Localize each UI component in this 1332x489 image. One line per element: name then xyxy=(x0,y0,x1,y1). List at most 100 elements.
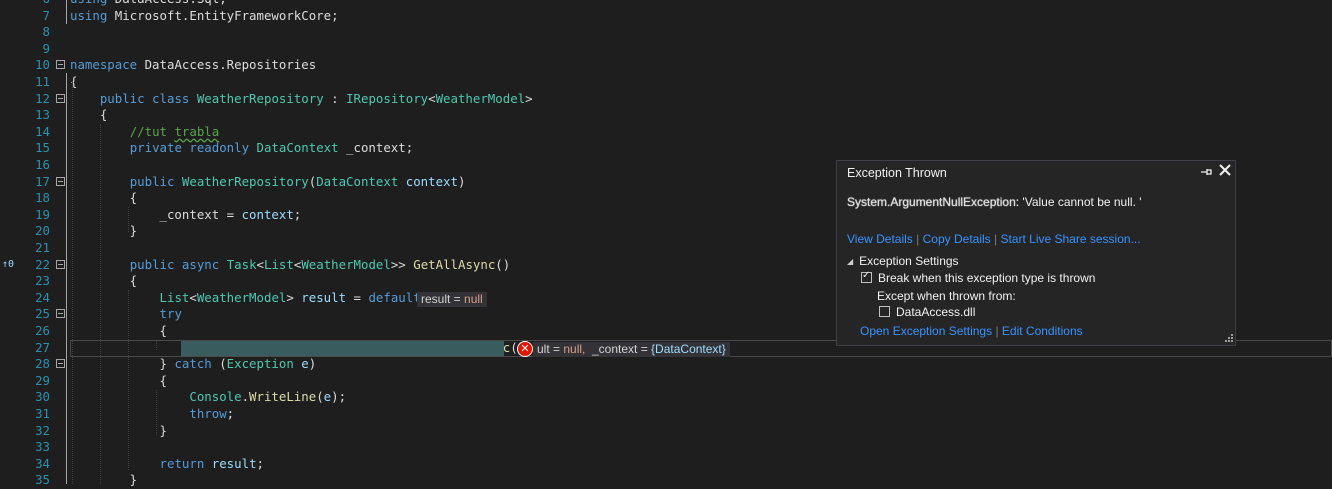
code-line[interactable]: 14 //tut trabla xyxy=(0,124,1332,141)
live-share-link[interactable]: Start Live Share session... xyxy=(1000,232,1140,246)
copy-details-link[interactable]: Copy Details xyxy=(923,232,991,246)
collapse-icon[interactable] xyxy=(56,93,65,103)
line-number: 11 xyxy=(35,74,50,89)
line-number: 24 xyxy=(35,289,50,305)
line-number: 9 xyxy=(42,40,50,56)
line-number: 26 xyxy=(35,323,50,338)
line-number: 16 xyxy=(35,157,50,172)
datatip-name: _context = xyxy=(592,342,652,356)
line-number: 20 xyxy=(35,223,50,239)
code-line[interactable]: 31 throw; xyxy=(0,406,1332,423)
line-number: 34 xyxy=(35,455,50,471)
except-when-label: Except when thrown from: xyxy=(877,289,1016,303)
exception-settings-label: Exception Settings xyxy=(859,254,959,268)
code-line[interactable]: 29 { xyxy=(0,373,1332,390)
collapse-icon[interactable] xyxy=(56,359,65,369)
line-number: 30 xyxy=(35,389,50,405)
code-line[interactable]: 33 xyxy=(0,439,1332,456)
code-text: List<WeatherModel> result = default; xyxy=(159,289,429,305)
datatip-result-line24[interactable]: result = null xyxy=(417,292,487,307)
current-statement-highlight xyxy=(181,341,504,356)
line-number: 23 xyxy=(35,273,50,289)
code-line[interactable]: 35 } xyxy=(0,472,1332,489)
code-text: using DataAccess.Sql; xyxy=(70,0,227,8)
collapse-icon[interactable] xyxy=(56,176,65,186)
indent-guide xyxy=(72,82,74,484)
references-indicator[interactable]: ↑0 xyxy=(2,257,14,273)
link-separator: | xyxy=(916,232,920,246)
dataaccess-dll-checkbox[interactable] xyxy=(879,306,890,317)
collapse-icon[interactable] xyxy=(56,309,65,319)
link-separator: | xyxy=(995,324,999,338)
code-line[interactable]: 30 Console.WriteLine(e); xyxy=(0,389,1332,406)
exception-settings-header[interactable]: ◢ Exception Settings xyxy=(847,254,959,268)
code-line[interactable]: 15 private readonly DataContext _context… xyxy=(0,140,1332,157)
popup-title: Exception Thrown xyxy=(847,166,947,180)
code-text: namespace DataAccess.Repositories xyxy=(70,57,317,73)
exception-text: 'Value cannot be null. ' xyxy=(1019,195,1142,209)
datatip-name: result = xyxy=(421,292,465,306)
outline-margin-bar xyxy=(66,73,67,484)
code-line[interactable]: 32 } xyxy=(0,423,1332,440)
datatip-name: ult = xyxy=(537,342,564,356)
line-number: 31 xyxy=(35,406,50,421)
code-text: private readonly DataContext _context; xyxy=(129,140,414,156)
collapse-icon[interactable] xyxy=(56,259,65,269)
close-icon[interactable] xyxy=(1217,163,1233,179)
line-number: 15 xyxy=(35,140,50,156)
line-number: 14 xyxy=(35,123,50,139)
line-number: 19 xyxy=(35,206,50,222)
line-number: 27 xyxy=(35,339,50,355)
code-text: { xyxy=(70,372,167,388)
code-line[interactable]: 13 { xyxy=(0,107,1332,124)
line-number: 17 xyxy=(35,173,50,189)
code-text: } catch (Exception e) xyxy=(70,356,317,372)
dataaccess-dll-row[interactable]: DataAccess.dll xyxy=(879,305,975,319)
popup-links-row: View Details | Copy Details | Start Live… xyxy=(847,232,1141,246)
code-line[interactable]: 11{ xyxy=(0,74,1332,91)
code-text: { xyxy=(70,190,138,206)
line-number: 10 xyxy=(35,57,50,73)
code-line[interactable]: 12 public class WeatherRepository : IRep… xyxy=(0,91,1332,108)
code-text: Console.WriteLine(e); xyxy=(189,389,347,405)
open-exception-settings-link[interactable]: Open Exception Settings xyxy=(860,324,992,338)
resize-grip-icon[interactable] xyxy=(1223,333,1233,343)
line-number: 8 xyxy=(42,24,50,40)
outline-margin-bar xyxy=(66,0,67,24)
datatip-value: {DataContext} xyxy=(651,342,726,356)
error-icon[interactable]: ✕ xyxy=(517,341,533,357)
datatip-context-line27[interactable]: _context = {DataContext} xyxy=(588,342,730,357)
code-line[interactable]: 9 xyxy=(0,41,1332,58)
code-line[interactable]: 28 } catch (Exception e) xyxy=(0,356,1332,373)
line-number: 7 xyxy=(42,7,50,23)
break-when-thrown-row[interactable]: Break when this exception type is thrown xyxy=(861,270,1095,285)
indent-guide xyxy=(128,290,130,470)
code-text: try xyxy=(159,306,182,322)
collapse-triangle-icon: ◢ xyxy=(847,257,854,266)
break-when-thrown-checkbox[interactable] xyxy=(861,270,872,283)
line-number: 32 xyxy=(35,422,50,438)
code-line[interactable]: 34 return result; xyxy=(0,456,1332,473)
code-text: } xyxy=(70,422,167,438)
line-number: 33 xyxy=(35,439,50,455)
line-number: 35 xyxy=(35,472,50,488)
view-details-link[interactable]: View Details xyxy=(847,232,913,246)
dataaccess-dll-label: DataAccess.dll xyxy=(896,305,976,319)
datatip-result-line27[interactable]: ult = null, xyxy=(533,342,590,357)
code-line[interactable]: 6 using DataAccess.Sql; xyxy=(0,0,1332,8)
code-text: public WeatherRepository(DataContext con… xyxy=(129,173,466,189)
pin-icon[interactable] xyxy=(1199,165,1213,179)
code-text: { xyxy=(70,273,138,289)
popup-settings-links-row: Open Exception Settings | Edit Condition… xyxy=(860,324,1083,338)
line-number: 25 xyxy=(35,306,50,322)
collapse-icon[interactable] xyxy=(56,60,65,70)
code-line[interactable]: 7 using Microsoft.EntityFrameworkCore; xyxy=(0,8,1332,25)
code-text: throw; xyxy=(189,406,235,421)
code-line[interactable]: 8 xyxy=(0,24,1332,41)
code-text: public class WeatherRepository : IReposi… xyxy=(99,90,533,106)
code-line[interactable]: 10 namespace DataAccess.Repositories xyxy=(0,57,1332,74)
line-number: 28 xyxy=(35,356,50,372)
link-separator: | xyxy=(994,232,998,246)
code-text: } xyxy=(70,472,138,488)
edit-conditions-link[interactable]: Edit Conditions xyxy=(1002,324,1083,338)
